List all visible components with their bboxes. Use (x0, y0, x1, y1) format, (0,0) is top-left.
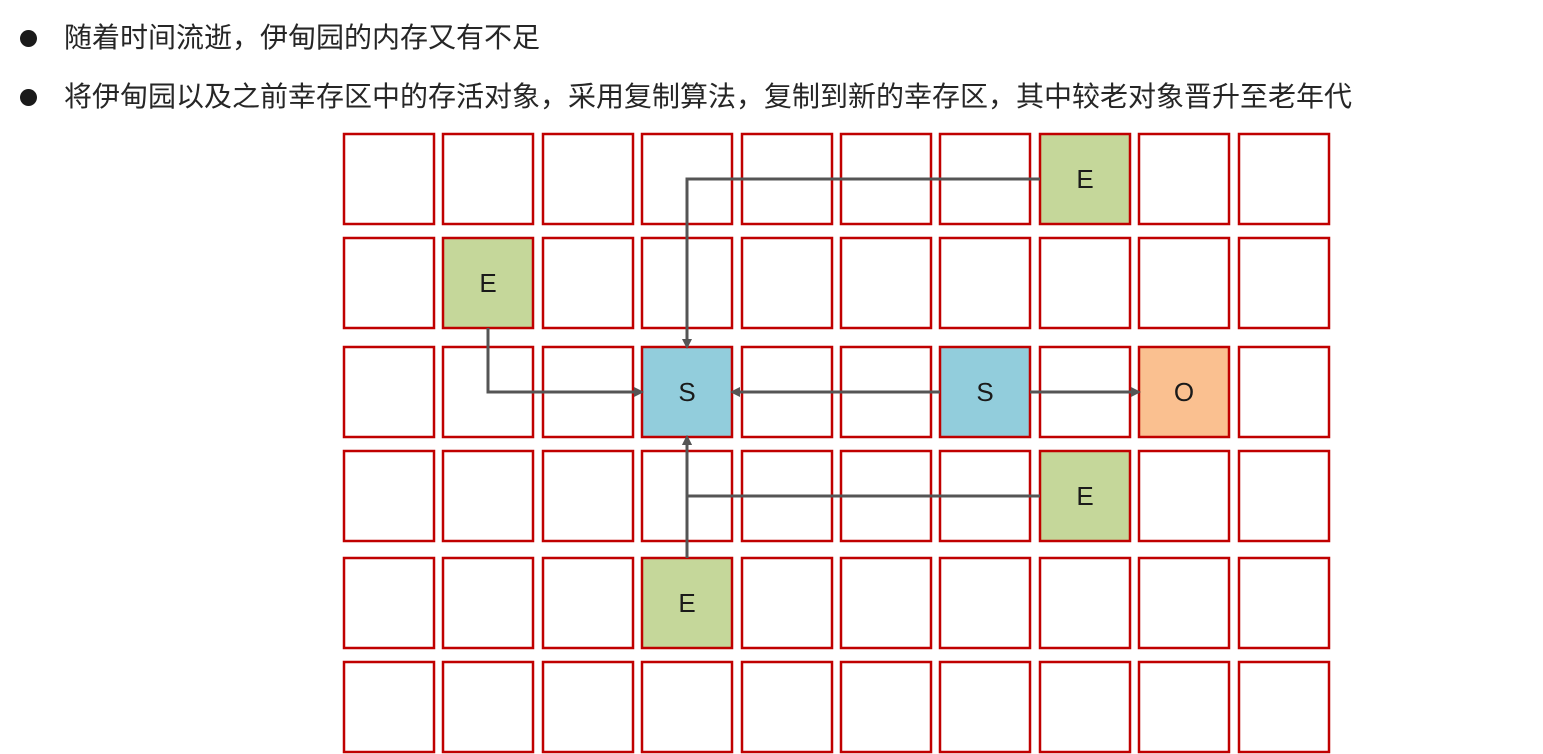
memory-cell (740, 660, 834, 754)
memory-cell (541, 236, 635, 330)
memory-cell (342, 236, 436, 330)
memory-cell (1137, 556, 1231, 650)
memory-cell (342, 345, 436, 439)
memory-cell (1038, 236, 1132, 330)
cell-label-eden: E (1076, 164, 1093, 194)
memory-cell (541, 132, 635, 226)
memory-cell (1237, 556, 1331, 650)
memory-cell (1137, 236, 1231, 330)
memory-cell (1137, 449, 1231, 543)
memory-cell (541, 449, 635, 543)
memory-cell (441, 660, 535, 754)
memory-cell (541, 660, 635, 754)
cell-label-eden: E (1076, 481, 1093, 511)
memory-cell (342, 660, 436, 754)
memory-cell (441, 449, 535, 543)
memory-cell (740, 236, 834, 330)
memory-cell (1038, 660, 1132, 754)
memory-cell (938, 556, 1032, 650)
memory-cell (938, 660, 1032, 754)
memory-cell (1237, 236, 1331, 330)
memory-cell (1137, 132, 1231, 226)
cell-label-eden: E (479, 268, 496, 298)
memory-cell (839, 556, 933, 650)
memory-grid-diagram: E E S S O E E (342, 132, 1331, 754)
memory-cell (1237, 345, 1331, 439)
grid-cells (342, 132, 1331, 754)
memory-cell (640, 660, 734, 754)
cell-label-old: O (1174, 377, 1194, 407)
memory-cell (938, 236, 1032, 330)
cell-label-survivor: S (678, 377, 695, 407)
memory-cell (342, 449, 436, 543)
memory-cell (441, 556, 535, 650)
memory-cell (740, 556, 834, 650)
memory-cell (441, 132, 535, 226)
cell-label-survivor: S (976, 377, 993, 407)
cell-label-eden: E (678, 588, 695, 618)
memory-cell (839, 660, 933, 754)
memory-cell (342, 132, 436, 226)
memory-cell (541, 556, 635, 650)
memory-cell (839, 236, 933, 330)
memory-cell (1038, 556, 1132, 650)
memory-cell (1237, 660, 1331, 754)
memory-cell (1237, 132, 1331, 226)
memory-cell (342, 556, 436, 650)
memory-cell (1237, 449, 1331, 543)
memory-cell (1137, 660, 1231, 754)
